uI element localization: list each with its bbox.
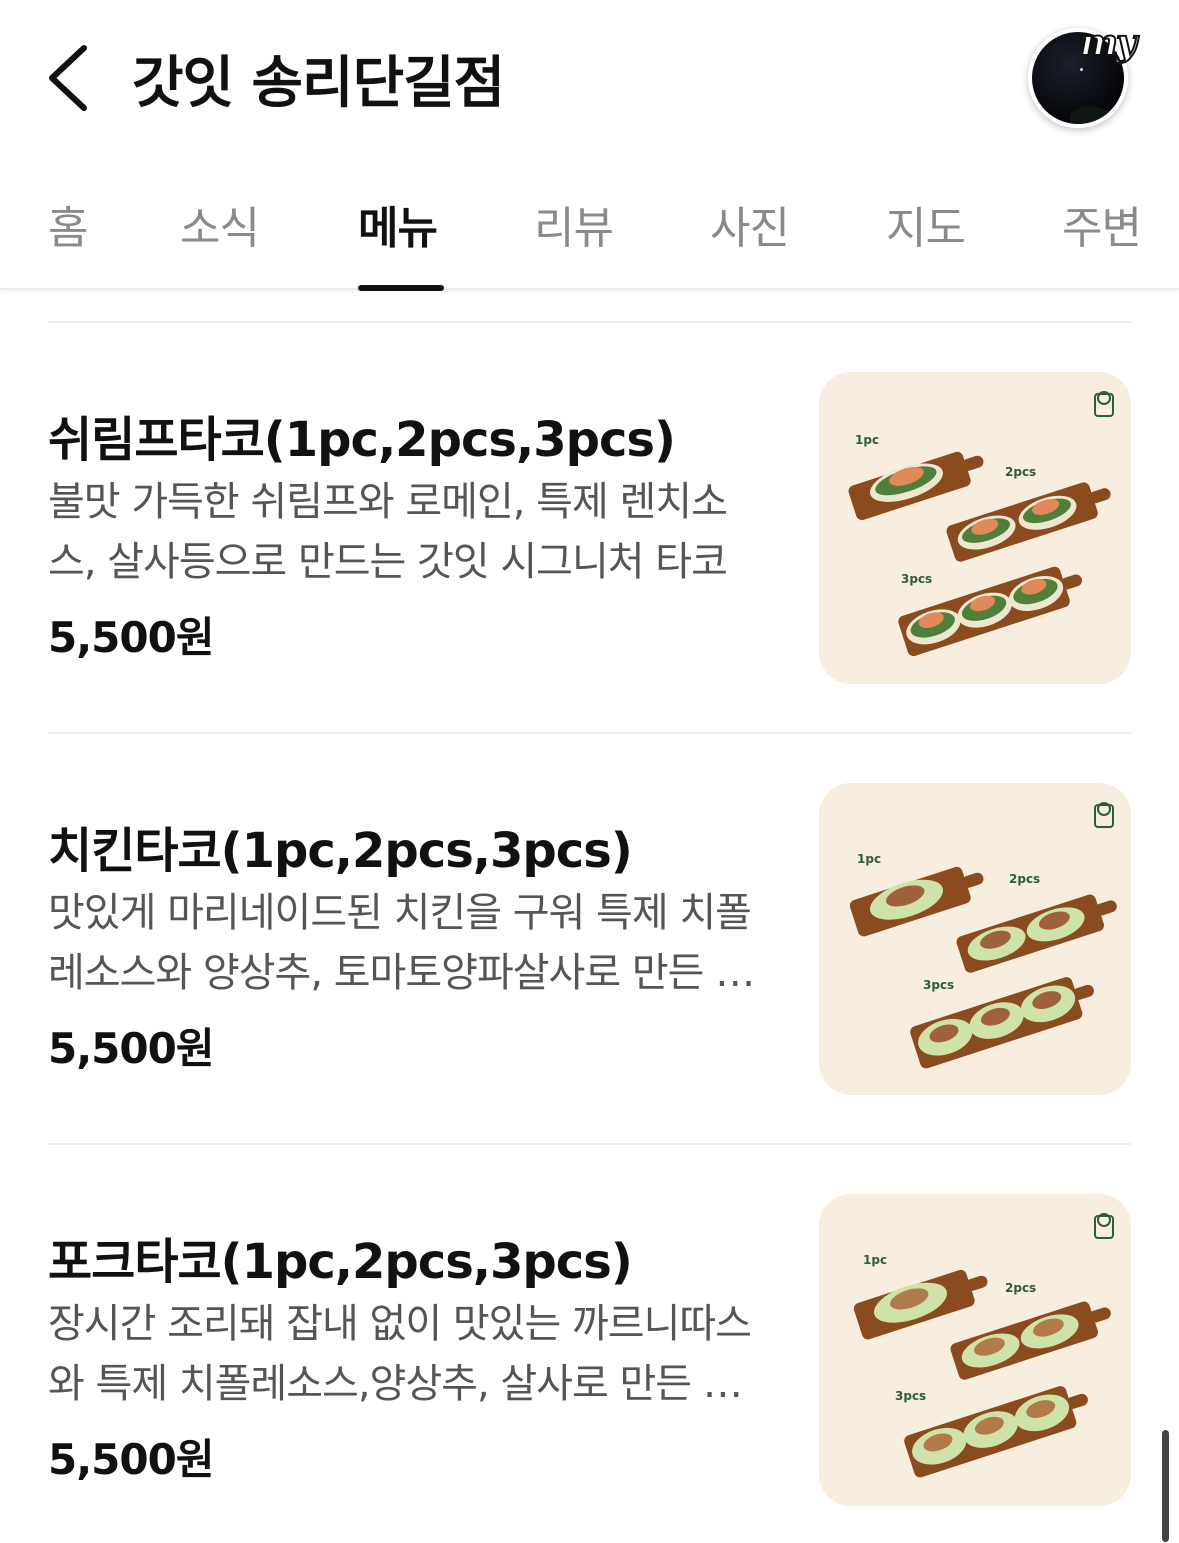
menu-item-price: 5,500원 (48, 613, 214, 662)
menu-item-shrimp-taco[interactable]: 쉬림프타코(1pc,2pcs,3pcs) 불맛 가득한 쉬림프와 로메인, 특제… (0, 372, 1179, 702)
svg-text:2pcs: 2pcs (1005, 1281, 1036, 1295)
svg-text:1pc: 1pc (855, 433, 879, 447)
tab-nearby[interactable]: 주변 (1062, 192, 1142, 256)
menu-item-price: 5,500원 (48, 1024, 214, 1073)
svg-text:2pcs: 2pcs (1005, 465, 1036, 479)
header: 갓잇 송리단길점 my (0, 0, 1179, 150)
svg-text:3pcs: 3pcs (901, 572, 932, 586)
chevron-left-icon (49, 45, 87, 111)
tab-reviews[interactable]: 리뷰 (534, 192, 614, 256)
menu-item-description: 맛있게 마리네이드된 치킨을 구워 특제 치폴레소스와 양상추, 토마토양파살사… (48, 890, 752, 996)
menu-item-chicken-taco[interactable]: 치킨타코(1pc,2pcs,3pcs) 맛있게 마리네이드된 치킨을 구워 특제… (0, 783, 1179, 1113)
scrollbar[interactable] (1162, 1430, 1169, 1542)
svg-text:2pcs: 2pcs (1009, 872, 1040, 886)
active-tab-indicator (358, 285, 444, 291)
tab-menu[interactable]: 메뉴 (358, 192, 438, 256)
tab-news[interactable]: 소식 (180, 192, 260, 256)
menu-item-photo: 1pc 2pcs 3pcs (819, 1194, 1131, 1506)
svg-text:1pc: 1pc (857, 852, 881, 866)
page-title: 갓잇 송리단길점 (132, 51, 505, 116)
menu-item-description: 장시간 조리돼 잡내 없이 맛있는 까르니따스와 특제 치폴레소스,양상추, 살… (48, 1301, 752, 1407)
tab-map[interactable]: 지도 (886, 192, 966, 256)
taco-boards-image: 1pc 2pcs 3pcs (819, 1194, 1131, 1506)
taco-boards-image: 1pc 2pcs 3pcs (819, 372, 1131, 684)
svg-text:1pc: 1pc (863, 1253, 887, 1267)
svg-text:3pcs: 3pcs (895, 1389, 926, 1403)
divider (48, 732, 1131, 734)
menu-item-name: 치킨타코(1pc,2pcs,3pcs) (48, 823, 633, 879)
divider (48, 1143, 1131, 1145)
back-button[interactable] (40, 40, 100, 112)
my-label: my (1079, 21, 1138, 65)
menu-item-photo: 1pc 2pcs 3pcs (819, 372, 1131, 684)
my-profile-button[interactable]: my (1022, 21, 1138, 130)
tab-bar: 홈 소식 메뉴 리뷰 사진 지도 주변 (0, 150, 1179, 291)
menu-item-description: 불맛 가득한 쉬림프와 로메인, 특제 렌치소스, 살사등으로 만드는 갓잇 시… (48, 479, 728, 585)
taco-boards-image: 1pc 2pcs 3pcs (819, 783, 1131, 1095)
divider (48, 321, 1131, 323)
menu-item-pork-taco[interactable]: 포크타코(1pc,2pcs,3pcs) 장시간 조리돼 잡내 없이 맛있는 까르… (0, 1194, 1179, 1524)
menu-item-name: 포크타코(1pc,2pcs,3pcs) (48, 1234, 633, 1290)
svg-text:3pcs: 3pcs (923, 978, 954, 992)
menu-item-name: 쉬림프타코(1pc,2pcs,3pcs) (48, 412, 676, 468)
menu-item-photo: 1pc 2pcs 3pcs (819, 783, 1131, 1095)
app-root: 갓잇 송리단길점 my 홈 소식 메뉴 리뷰 사진 지도 주변 쉬림프타코(1p… (0, 0, 1179, 1543)
tab-home[interactable]: 홈 (48, 192, 88, 256)
tab-photos[interactable]: 사진 (710, 192, 790, 256)
menu-item-price: 5,500원 (48, 1435, 214, 1484)
